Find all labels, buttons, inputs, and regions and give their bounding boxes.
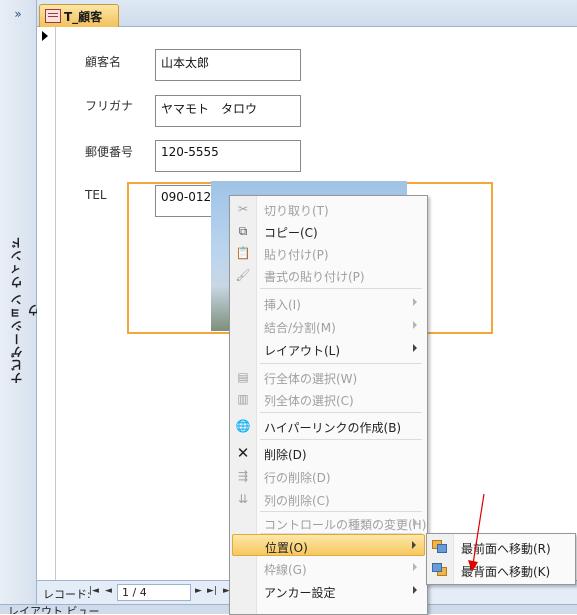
menu-item-position[interactable]: 位置(O)	[232, 534, 425, 556]
menu-item-label: コントロールの種類の変更(H)	[264, 518, 427, 532]
send-to-back-icon	[432, 563, 447, 576]
menu-item-label: ハイパーリンクの作成(B)	[264, 421, 402, 435]
menu-item-label: 列の削除(C)	[264, 494, 330, 508]
hyperlink-icon: 🌐	[235, 419, 251, 433]
menu-item-paste[interactable]: 📋 貼り付け(P)	[232, 242, 425, 264]
menu-item-insert[interactable]: 挿入(I)	[232, 292, 425, 314]
submenu-arrow-icon	[413, 344, 417, 352]
first-record-button[interactable]: |◄	[89, 586, 99, 596]
current-record-arrow-icon	[42, 31, 48, 41]
select-column-icon: ▥	[237, 392, 249, 406]
context-menu: ✂ 切り取り(T) ⧉ コピー(C) 📋 貼り付け(P) 🖌 書式の貼り付け(P…	[229, 195, 428, 615]
menu-item-select-row[interactable]: ▤ 行全体の選択(W)	[232, 366, 425, 388]
delete-row-icon: ⇶	[237, 469, 249, 483]
menu-item-label: 行全体の選択(W)	[264, 372, 358, 386]
menu-item-paste-formatting[interactable]: 🖌 書式の貼り付け(P)	[232, 264, 425, 286]
menu-item-label: コピー(C)	[264, 226, 318, 240]
copy-icon: ⧉	[238, 224, 248, 238]
tab-t-customer[interactable]: T_顧客	[39, 4, 119, 27]
furigana-field[interactable]: ヤマモト タロウ	[155, 95, 301, 127]
paste-icon: 📋	[235, 246, 251, 260]
submenu-arrow-icon	[413, 563, 417, 571]
menu-separator	[260, 439, 422, 440]
menu-item-bring-to-front[interactable]: 最前面へ移動(R)	[429, 536, 573, 558]
select-row-icon: ▤	[237, 370, 249, 384]
last-record-button[interactable]: ►|	[207, 586, 217, 596]
postal-code-field[interactable]: 120-5555	[155, 140, 301, 172]
menu-item-label: 位置(O)	[265, 541, 308, 555]
menu-item-label: 切り取り(T)	[264, 204, 329, 218]
navigation-pane: » ナビゲーション ウィンドウ	[0, 0, 41, 604]
menu-item-label: 行の削除(D)	[264, 471, 331, 485]
menu-item-merge-split[interactable]: 結合/分割(M)	[232, 315, 425, 337]
menu-item-delete-row[interactable]: ⇶ 行の削除(D)	[232, 465, 425, 487]
tel-label: TEL	[85, 188, 107, 202]
menu-item-gridlines[interactable]: 枠線(G)	[232, 557, 425, 579]
menu-item-label: レイアウト(L)	[264, 344, 341, 358]
menu-separator	[260, 412, 422, 413]
menu-item-delete[interactable]: ✕ 削除(D)	[232, 442, 425, 464]
record-label: レコード:	[43, 588, 91, 601]
cut-icon: ✂	[237, 202, 249, 216]
format-paste-icon: 🖌	[235, 268, 251, 282]
menu-item-layout[interactable]: レイアウト(L)	[232, 338, 425, 360]
delete-column-icon: ⇊	[237, 492, 249, 506]
submenu-arrow-icon	[413, 518, 417, 526]
menu-item-select-column[interactable]: ▥ 列全体の選択(C)	[232, 388, 425, 410]
menu-item-label: 削除(D)	[264, 448, 307, 462]
furigana-label: フリガナ	[85, 99, 134, 113]
menu-item-cut[interactable]: ✂ 切り取り(T)	[232, 198, 425, 220]
menu-item-send-to-back[interactable]: 最背面へ移動(K)	[429, 559, 573, 581]
tab-label: T_顧客	[64, 10, 103, 24]
annotation-arrow	[468, 493, 485, 572]
current-record-field[interactable]: 1 / 4	[117, 584, 191, 601]
menu-item-copy[interactable]: ⧉ コピー(C)	[232, 220, 425, 242]
submenu-arrow-icon	[413, 586, 417, 594]
previous-record-button[interactable]: ◄	[105, 586, 112, 596]
position-submenu: 最前面へ移動(R) 最背面へ移動(K)	[426, 533, 576, 585]
submenu-arrow-icon	[413, 321, 417, 329]
navigation-pane-title[interactable]: ナビゲーション ウィンドウ	[8, 235, 41, 385]
customer-name-field[interactable]: 山本太郎	[155, 49, 301, 81]
submenu-arrow-icon	[412, 541, 416, 549]
navigation-pane-toggle-button[interactable]: »	[6, 4, 30, 24]
bring-to-front-icon	[432, 540, 447, 553]
menu-item-label: 貼り付け(P)	[264, 248, 329, 262]
next-record-button[interactable]: ►	[195, 586, 202, 596]
postal-code-label: 郵便番号	[85, 145, 134, 159]
menu-item-anchor-settings[interactable]: アンカー設定	[232, 580, 425, 602]
submenu-arrow-icon	[413, 298, 417, 306]
menu-item-label: アンカー設定	[264, 586, 336, 600]
document-tab-strip: T_顧客	[37, 0, 577, 27]
menu-item-label: 書式の貼り付け(P)	[264, 270, 365, 284]
menu-item-create-hyperlink[interactable]: 🌐 ハイパーリンクの作成(B)	[232, 415, 425, 437]
form-icon	[45, 9, 61, 23]
record-selector[interactable]	[37, 27, 56, 580]
menu-item-label: 枠線(G)	[264, 563, 307, 577]
menu-item-label: 挿入(I)	[264, 298, 301, 312]
menu-separator	[260, 288, 422, 289]
menu-item-delete-column[interactable]: ⇊ 列の削除(C)	[232, 488, 425, 510]
delete-icon: ✕	[236, 444, 250, 462]
customer-name-label: 顧客名	[85, 55, 122, 69]
menu-item-change-control-type[interactable]: コントロールの種類の変更(H)	[232, 512, 427, 534]
menu-item-label: 結合/分割(M)	[264, 321, 336, 335]
menu-separator	[260, 363, 422, 364]
menu-item-label: 列全体の選択(C)	[264, 394, 354, 408]
